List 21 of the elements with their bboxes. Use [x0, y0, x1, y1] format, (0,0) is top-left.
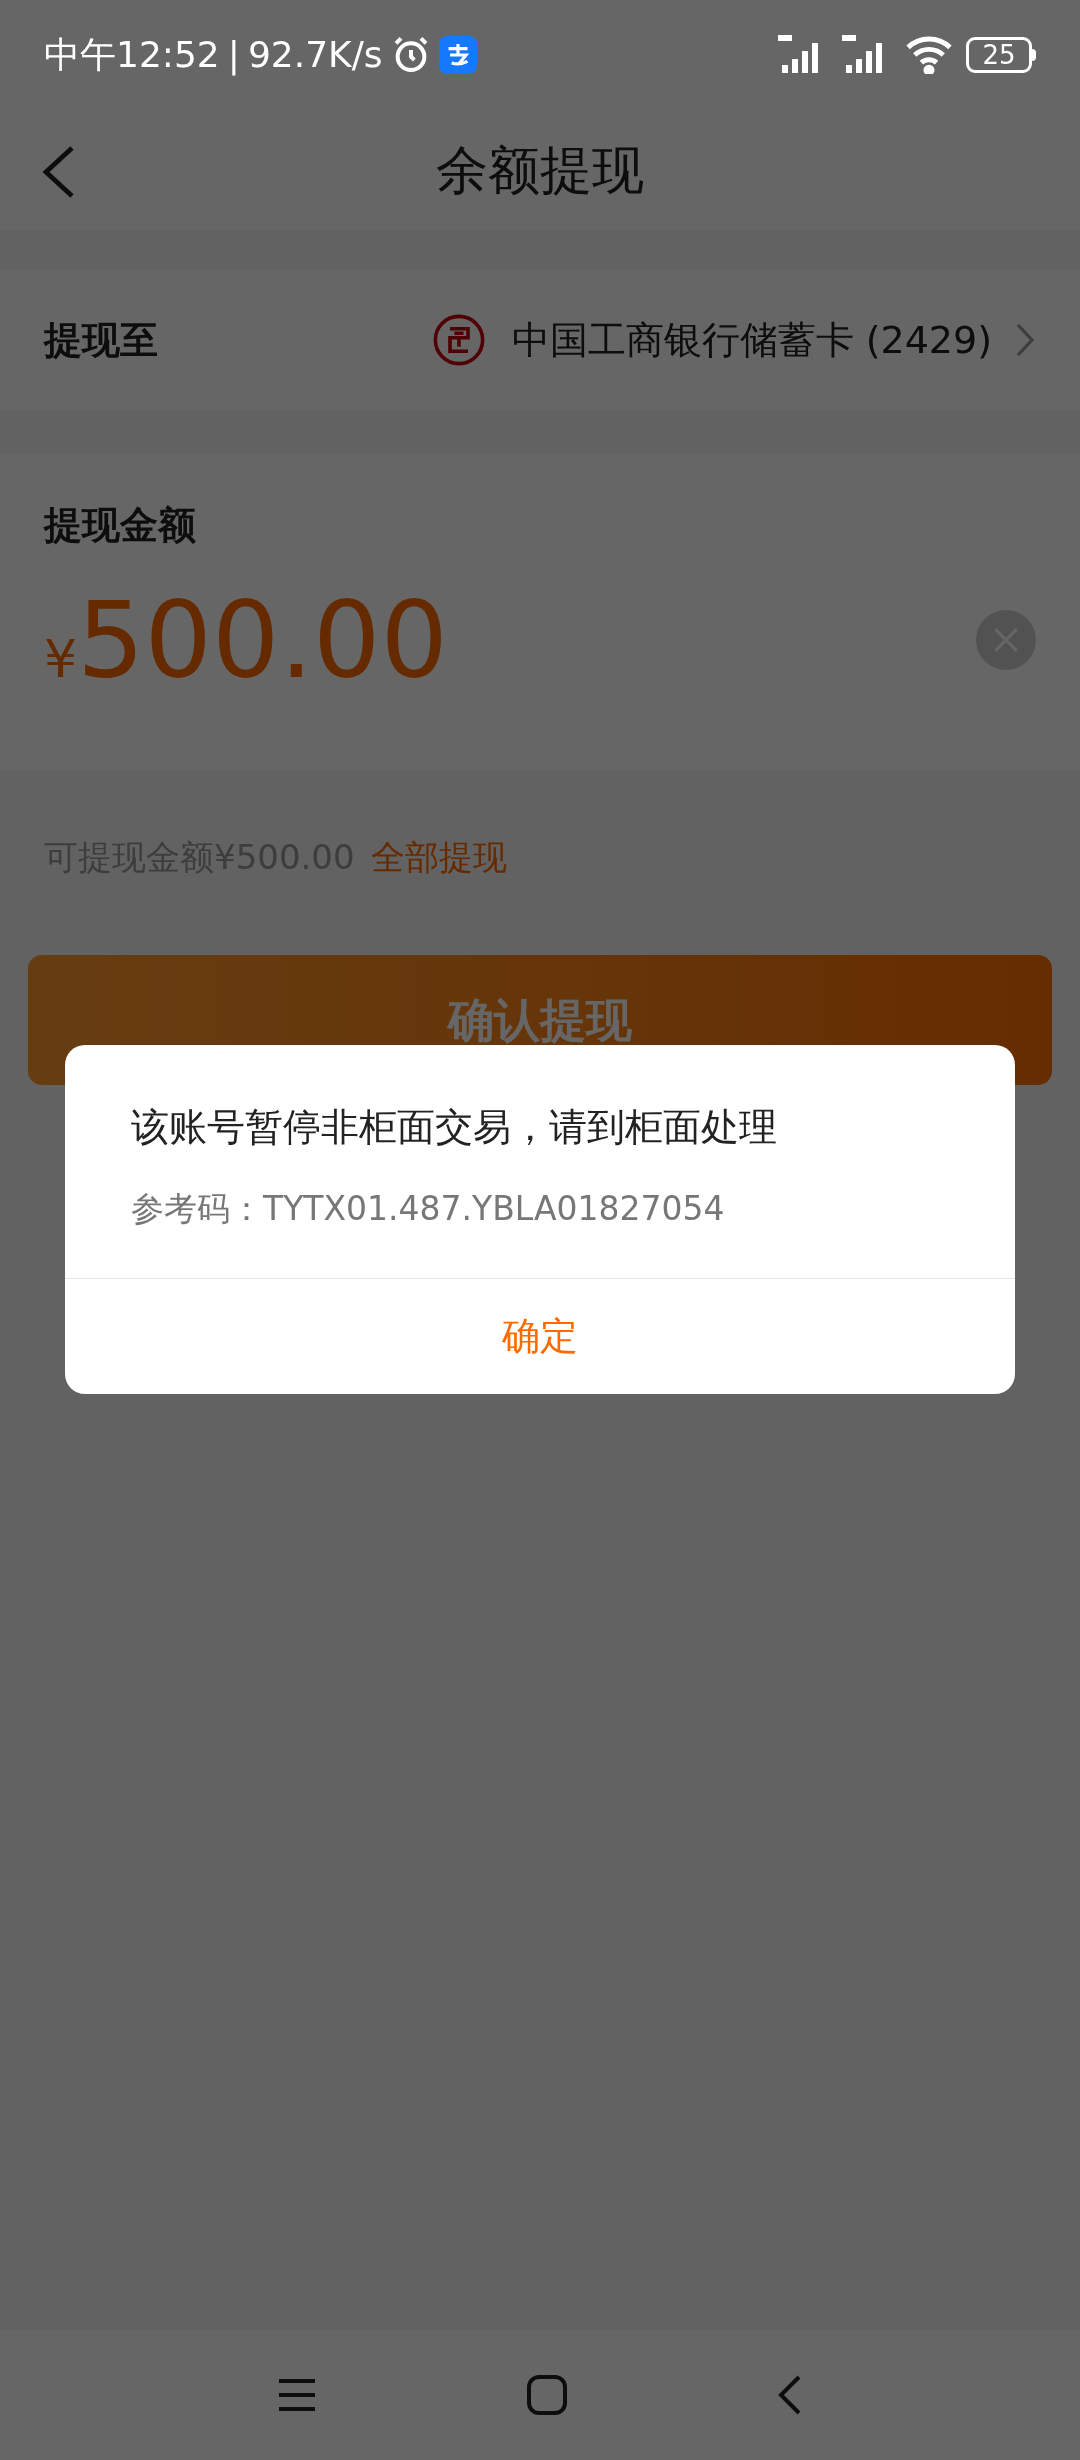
app-badge-icon [438, 36, 477, 74]
reference-code: 参考码：TYTX01.487.YBLA01827054 [131, 1188, 726, 1230]
chevron-right-icon [1016, 323, 1036, 357]
wifi-icon [906, 36, 952, 74]
bank-card-row[interactable]: 提现至 中国工商银行储蓄卡 (2429) [0, 270, 1080, 410]
ok-button[interactable]: 确定 [65, 1278, 1015, 1394]
bank-card-name: 中国工商银行储蓄卡 (2429) [511, 316, 992, 364]
status-time: 中午12:52 [44, 33, 220, 77]
withdraw-to-label: 提现至 [44, 316, 158, 364]
menu-icon[interactable] [277, 2377, 317, 2413]
status-separator: | [227, 33, 240, 78]
battery-indicator: 25 [966, 37, 1036, 73]
back-icon[interactable] [777, 2375, 803, 2415]
withdraw-all-link[interactable]: 全部提现 [370, 832, 507, 883]
network-speed: 92.7K/s [247, 33, 383, 77]
bank-logo-icon [431, 313, 486, 367]
dialog-message: 该账号暂停非柜面交易，请到柜面处理 [131, 1104, 778, 1151]
home-icon[interactable] [527, 2375, 567, 2415]
page-title: 余额提现 [436, 139, 644, 202]
amount-input[interactable]: ¥500.00 [44, 588, 448, 698]
amount-label: 提现金额 [44, 502, 197, 549]
